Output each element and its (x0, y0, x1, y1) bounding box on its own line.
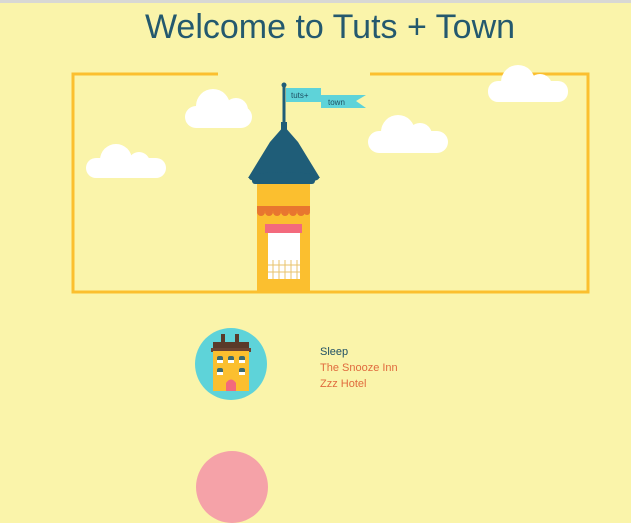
flag-text-1: tuts+ (291, 91, 309, 100)
link-the-snooze-inn[interactable]: The Snooze Inn (320, 360, 398, 376)
cloud-icon (86, 144, 166, 178)
hero-illustration: tuts+ town (71, 65, 590, 294)
category-heading: Sleep (320, 346, 349, 358)
tower-icon (248, 122, 320, 292)
cloud-icon (368, 115, 448, 153)
category-sleep-links: Sleep The Snooze Inn Zzz Hotel (320, 344, 398, 392)
flag-text-2: town (328, 98, 345, 107)
cloud-icon (185, 89, 252, 128)
cloud-icon (488, 65, 568, 102)
tuts-town-flag: tuts+ town (281, 82, 366, 130)
next-category-icon (196, 451, 268, 523)
link-zzz-hotel[interactable]: Zzz Hotel (320, 376, 398, 392)
hotel-icon (195, 328, 267, 400)
